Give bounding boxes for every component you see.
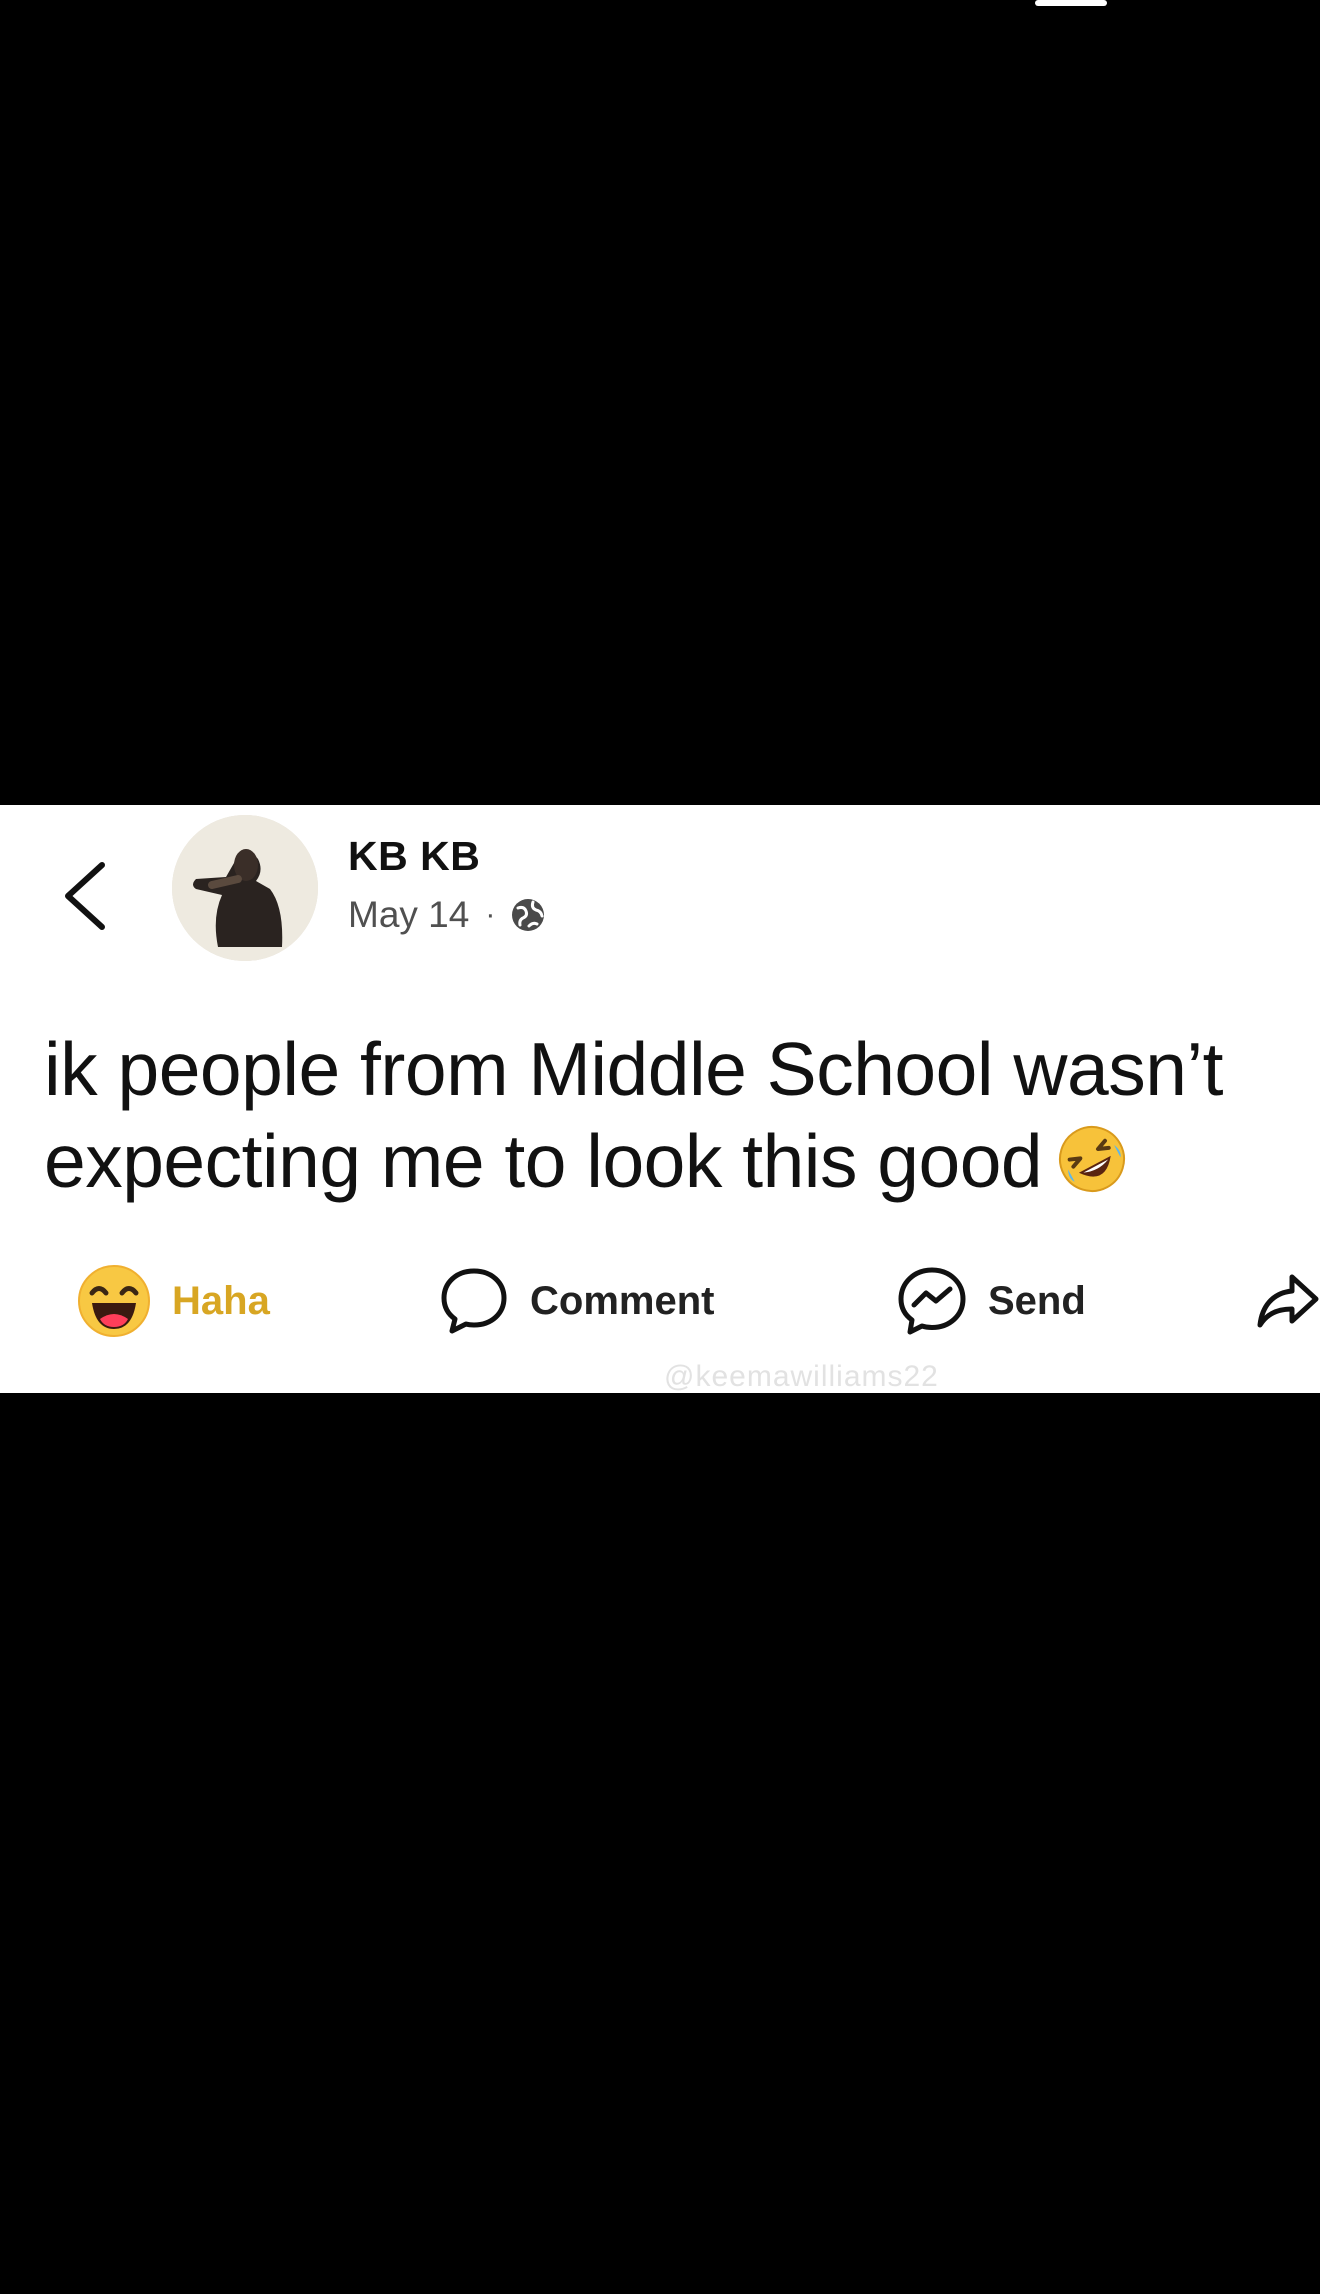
meta-separator: · (485, 898, 496, 931)
post-meta: May 14 · (348, 894, 547, 936)
comment-label: Comment (530, 1278, 715, 1323)
haha-reaction-button[interactable]: Haha (76, 1255, 270, 1347)
messenger-icon (898, 1267, 966, 1335)
avatar[interactable] (172, 815, 318, 961)
send-button[interactable]: Send (896, 1255, 1086, 1347)
share-button[interactable] (1256, 1255, 1320, 1347)
haha-emoji (78, 1265, 150, 1337)
send-label: Send (988, 1278, 1086, 1323)
chevron-left-icon (65, 862, 105, 930)
author-name[interactable]: KB KB (348, 833, 480, 880)
avatar-image (172, 815, 318, 961)
post-body: ik people from Middle School wasn’t expe… (44, 1027, 1223, 1203)
haha-label: Haha (172, 1278, 270, 1323)
post-card: KB KB May 14 · ik people from Middle Sch… (0, 805, 1320, 1393)
screen: KB KB May 14 · ik people from Middle Sch… (0, 0, 1320, 2294)
comment-button[interactable]: Comment (438, 1255, 714, 1347)
globe-icon (512, 899, 545, 931)
watermark: @keemawilliams22 (664, 1360, 939, 1393)
rolling-on-floor-laughing-emoji (1059, 1126, 1126, 1192)
back-button[interactable] (58, 857, 114, 935)
post-date[interactable]: May 14 (348, 894, 469, 936)
post-text: ik people from Middle School wasn’t expe… (44, 1023, 1294, 1207)
action-bar: Haha Comment Send (0, 1255, 1320, 1347)
speech-bubble-icon (441, 1268, 507, 1334)
share-arrow-icon (1257, 1274, 1319, 1328)
top-indicator (1035, 0, 1107, 6)
